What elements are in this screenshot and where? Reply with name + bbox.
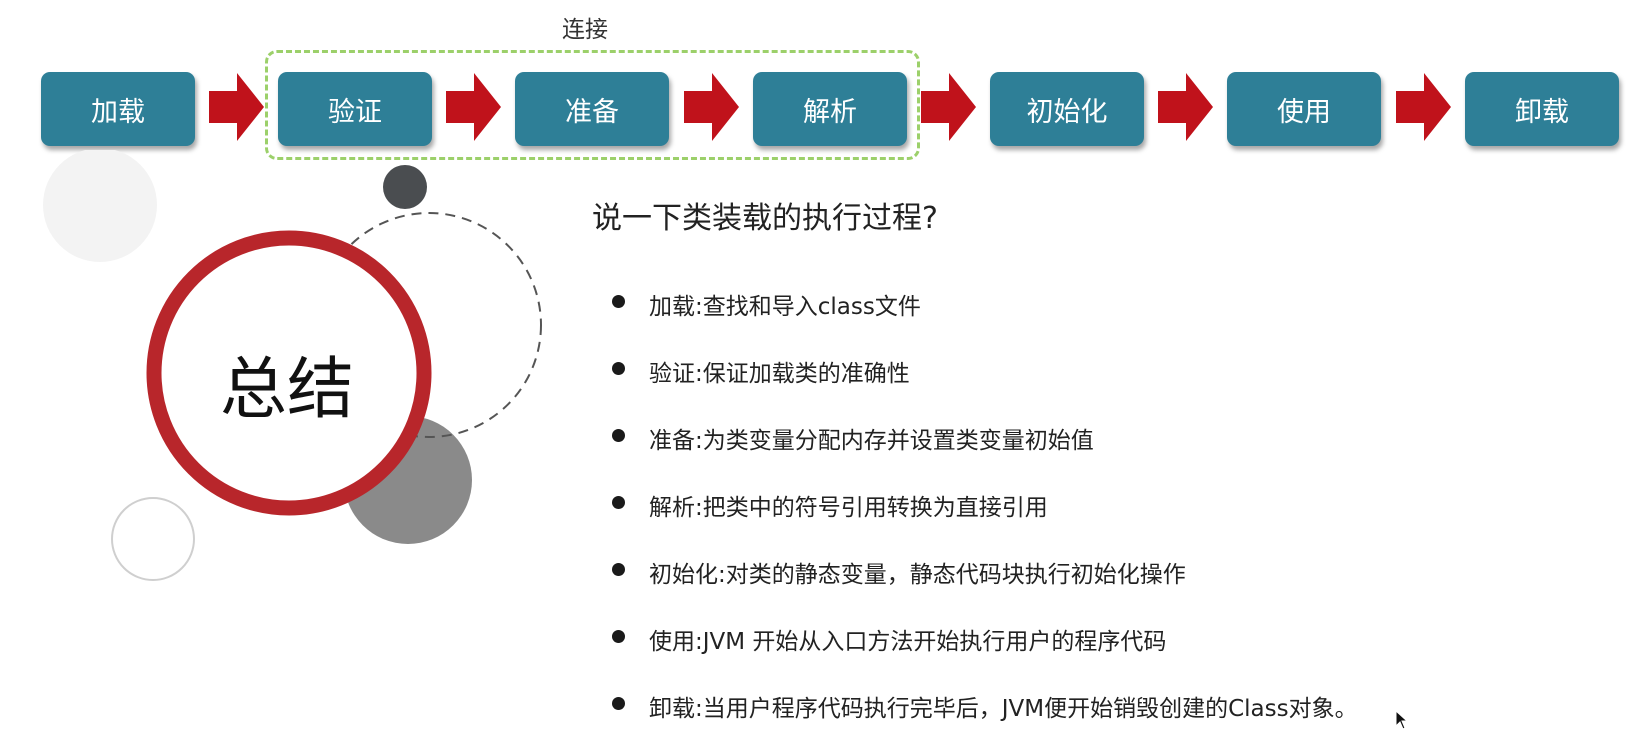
list-item: 准备:为类变量分配内存并设置类变量初始值 <box>612 421 1358 488</box>
arrow-icon <box>209 73 264 141</box>
step-text: 使用:JVM 开始从入口方法开始执行用户的程序代码 <box>649 629 1167 655</box>
step-text: 解析:把类中的符号引用转换为直接引用 <box>649 495 1048 521</box>
mouse-cursor-icon <box>1395 710 1409 730</box>
bullet-icon <box>612 295 625 308</box>
question-heading: 说一下类装载的执行过程? <box>592 201 938 236</box>
outline-circle <box>111 497 195 581</box>
list-item: 卸载:当用户程序代码执行完毕后，JVM便开始销毁创建的Class对象。 <box>612 689 1358 756</box>
bullet-icon <box>612 630 625 643</box>
step-text: 准备:为类变量分配内存并设置类变量初始值 <box>649 428 1094 454</box>
bullet-icon <box>612 697 625 710</box>
list-item: 加载:查找和导入class文件 <box>612 287 1358 354</box>
list-item: 初始化:对类的静态变量，静态代码块执行初始化操作 <box>612 555 1358 622</box>
group-label: 连接 <box>562 17 608 43</box>
list-item: 解析:把类中的符号引用转换为直接引用 <box>612 488 1358 555</box>
arrow-icon <box>684 73 739 141</box>
list-item: 验证:保证加载类的准确性 <box>612 354 1358 421</box>
bullet-icon <box>612 563 625 576</box>
stage-load: 加载 <box>41 72 195 146</box>
arrow-icon <box>1396 73 1451 141</box>
step-text: 加载:查找和导入class文件 <box>649 294 921 320</box>
arrow-icon <box>446 73 501 141</box>
stage-unload: 卸载 <box>1465 72 1619 146</box>
dark-gray-dot <box>383 165 427 209</box>
bullet-icon <box>612 496 625 509</box>
stage-verify: 验证 <box>278 72 432 146</box>
step-text: 初始化:对类的静态变量，静态代码块执行初始化操作 <box>649 562 1186 588</box>
stage-initialize: 初始化 <box>990 72 1144 146</box>
bullet-icon <box>612 362 625 375</box>
summary-title: 总结 <box>220 350 354 428</box>
arrow-icon <box>921 73 976 141</box>
bullet-icon <box>612 429 625 442</box>
list-item: 使用:JVM 开始从入口方法开始执行用户的程序代码 <box>612 622 1358 689</box>
step-text: 验证:保证加载类的准确性 <box>649 361 910 387</box>
step-text: 卸载:当用户程序代码执行完毕后，JVM便开始销毁创建的Class对象。 <box>649 696 1358 722</box>
steps-list: 加载:查找和导入class文件 验证:保证加载类的准确性 准备:为类变量分配内存… <box>612 287 1358 756</box>
stage-prepare: 准备 <box>515 72 669 146</box>
light-gray-circle <box>43 150 157 262</box>
stage-resolve: 解析 <box>753 72 907 146</box>
stage-use: 使用 <box>1227 72 1381 146</box>
arrow-icon <box>1158 73 1213 141</box>
